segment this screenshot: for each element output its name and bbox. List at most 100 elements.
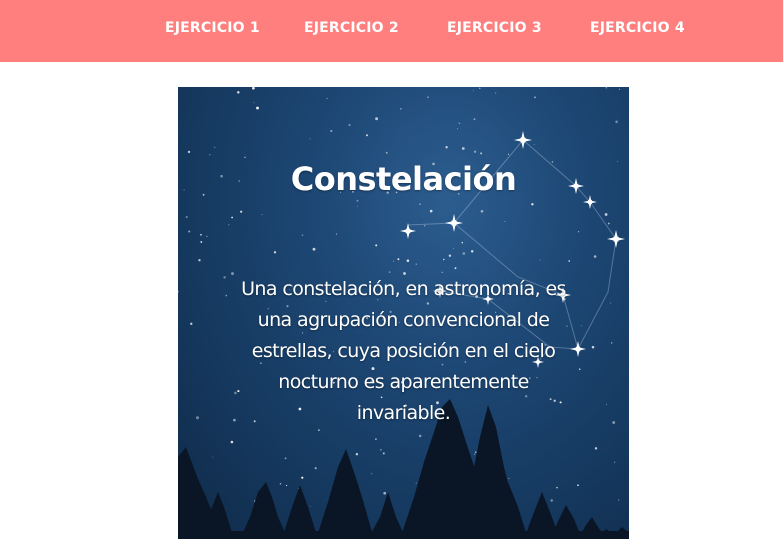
star [185, 216, 188, 219]
star [605, 87, 608, 89]
star [200, 241, 203, 243]
top-navbar: EJERCICIO 1 EJERCICIO 2 EJERCICIO 3 EJER… [0, 0, 783, 62]
star [261, 214, 263, 216]
star [212, 456, 214, 458]
star [393, 260, 395, 262]
star [504, 220, 506, 222]
star [365, 134, 369, 137]
star [187, 150, 191, 154]
star [610, 302, 612, 304]
star [200, 234, 202, 236]
nav-ejercicio-2[interactable]: EJERCICIO 2 [304, 20, 399, 36]
star [375, 438, 377, 440]
star [577, 484, 579, 487]
card-title: Constelación [290, 160, 517, 199]
star [252, 87, 255, 90]
star [356, 205, 358, 207]
nav-ejercicio-1[interactable]: EJERCICIO 1 [165, 20, 260, 36]
star [415, 263, 417, 265]
star [240, 210, 243, 213]
star [531, 203, 534, 206]
star [577, 231, 580, 233]
star [604, 213, 608, 216]
star [244, 156, 246, 158]
star [371, 473, 373, 475]
star [301, 234, 304, 236]
bright-star [570, 341, 586, 357]
star [330, 129, 333, 133]
star [458, 122, 461, 125]
star [578, 368, 581, 370]
star [397, 258, 400, 261]
star [383, 491, 387, 495]
star [479, 87, 481, 89]
star [356, 199, 359, 202]
star [495, 92, 497, 94]
star [461, 241, 464, 244]
star [310, 505, 312, 507]
star [188, 230, 191, 233]
star [418, 434, 422, 438]
star [470, 250, 474, 253]
star [326, 98, 328, 100]
star [475, 451, 477, 453]
star [480, 152, 483, 155]
star [309, 138, 311, 140]
star [196, 416, 199, 420]
star [400, 108, 402, 110]
star [618, 88, 621, 90]
star [355, 453, 359, 456]
star [380, 448, 382, 451]
nav-ejercicio-4[interactable]: EJERCICIO 4 [590, 20, 685, 36]
star [225, 294, 228, 297]
star [223, 276, 226, 279]
star [580, 325, 582, 327]
star [593, 255, 597, 258]
star [231, 216, 233, 219]
star [456, 128, 458, 130]
star [533, 143, 536, 145]
star [375, 117, 379, 121]
star [214, 146, 216, 148]
star [385, 151, 388, 154]
star [429, 209, 433, 213]
bright-star [400, 223, 416, 239]
star [610, 342, 613, 344]
star [178, 290, 179, 293]
star [452, 247, 454, 249]
star [591, 345, 595, 349]
star [375, 244, 378, 247]
star [613, 461, 616, 463]
star [507, 153, 510, 155]
star [472, 89, 474, 91]
star [284, 457, 287, 460]
bright-star [607, 230, 625, 248]
constellation-card: Constelación Una constelación, en astron… [178, 87, 629, 539]
star [461, 147, 465, 150]
star [406, 259, 410, 262]
star [301, 476, 304, 479]
star [427, 96, 429, 98]
star [568, 260, 571, 262]
star [441, 271, 443, 273]
star [312, 247, 316, 251]
star [473, 453, 476, 455]
star [317, 429, 320, 432]
star [445, 146, 448, 149]
star [253, 102, 255, 104]
star [550, 499, 553, 502]
star [279, 483, 282, 485]
star [314, 467, 317, 470]
bright-star [514, 131, 532, 149]
star [473, 150, 477, 153]
star [605, 404, 608, 406]
star [473, 118, 476, 121]
star [424, 225, 426, 227]
nav-ejercicio-3[interactable]: EJERCICIO 3 [447, 20, 542, 36]
card-description: Una constelación, en astronomía, es una … [241, 278, 566, 424]
bright-star [445, 214, 463, 232]
star [618, 499, 620, 501]
star [607, 222, 610, 225]
star [415, 482, 417, 484]
star [209, 154, 211, 156]
